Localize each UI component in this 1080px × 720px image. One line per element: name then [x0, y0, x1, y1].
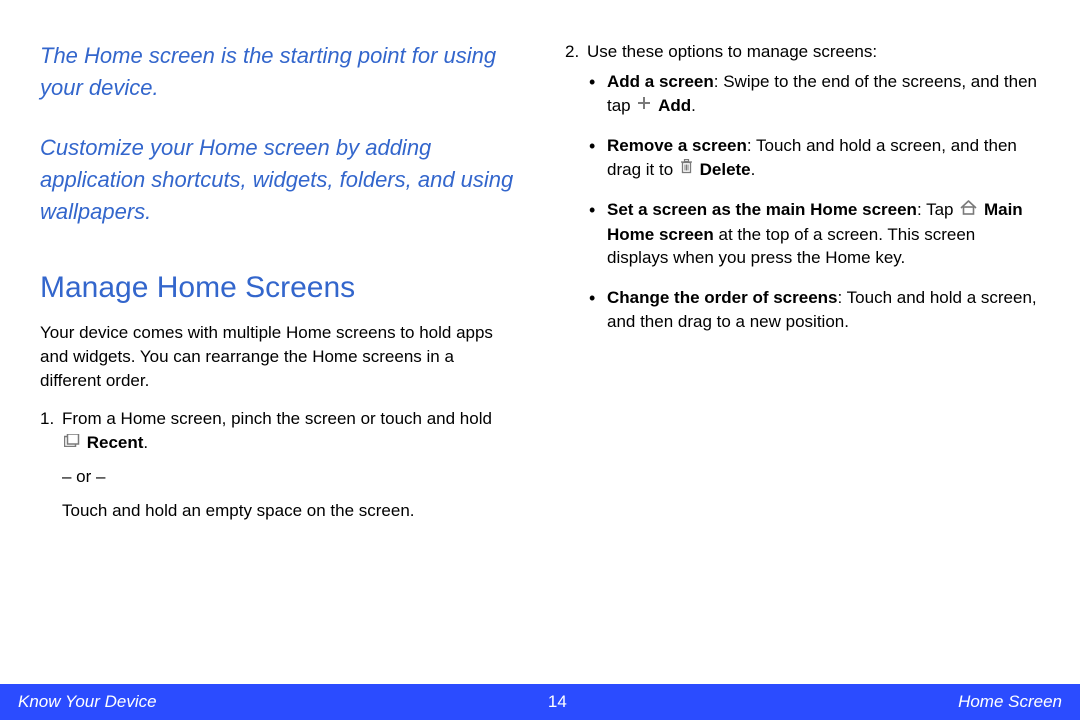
bullet-main-a: : Tap	[917, 200, 958, 219]
intro-paragraph-1: The Home screen is the starting point fo…	[40, 40, 515, 104]
step-2-intro: Use these options to manage screens:	[587, 42, 877, 61]
step-1-text-a: From a Home screen, pinch the screen or …	[62, 409, 492, 428]
bullet-remove-label: Remove a screen	[607, 136, 747, 155]
intro-paragraph-2: Customize your Home screen by adding app…	[40, 132, 515, 228]
right-column: Use these options to manage screens: Add…	[565, 40, 1040, 680]
page-content: The Home screen is the starting point fo…	[0, 0, 1080, 680]
step-1-or: – or –	[62, 465, 515, 489]
step-list-right: Use these options to manage screens: Add…	[565, 40, 1040, 334]
bullet-add-screen: Add a screen: Swipe to the end of the sc…	[607, 70, 1040, 118]
bullet-remove-screen: Remove a screen: Touch and hold a screen…	[607, 134, 1040, 182]
footer-right: Home Screen	[958, 692, 1062, 712]
step-2: Use these options to manage screens: Add…	[587, 40, 1040, 334]
step-1: From a Home screen, pinch the screen or …	[62, 407, 515, 523]
bullet-list: Add a screen: Swipe to the end of the sc…	[587, 70, 1040, 334]
bullet-add-c: .	[691, 96, 696, 115]
recent-icon	[64, 430, 80, 454]
step-1-text-c: Touch and hold an empty space on the scr…	[62, 499, 515, 523]
bullet-add-bold: Add	[658, 96, 691, 115]
trash-icon	[680, 157, 693, 181]
page-footer: Know Your Device 14 Home Screen	[0, 684, 1080, 720]
bullet-add-label: Add a screen	[607, 72, 714, 91]
left-column: The Home screen is the starting point fo…	[40, 40, 515, 680]
bullet-main-screen: Set a screen as the main Home screen: Ta…	[607, 198, 1040, 270]
section-heading: Manage Home Screens	[40, 267, 515, 309]
bullet-remove-bold: Delete	[700, 160, 751, 179]
step-1-dot: .	[143, 433, 148, 452]
footer-page-number: 14	[548, 692, 567, 712]
home-icon	[960, 198, 977, 222]
step-list-left: From a Home screen, pinch the screen or …	[40, 407, 515, 523]
bullet-main-label: Set a screen as the main Home screen	[607, 200, 917, 219]
step-1-bold: Recent	[87, 433, 144, 452]
footer-left: Know Your Device	[18, 692, 157, 712]
bullet-order-label: Change the order of screens	[607, 288, 838, 307]
bullet-order-screens: Change the order of screens: Touch and h…	[607, 286, 1040, 334]
section-paragraph: Your device comes with multiple Home scr…	[40, 321, 515, 392]
bullet-remove-c: .	[751, 160, 756, 179]
plus-icon	[637, 93, 651, 117]
